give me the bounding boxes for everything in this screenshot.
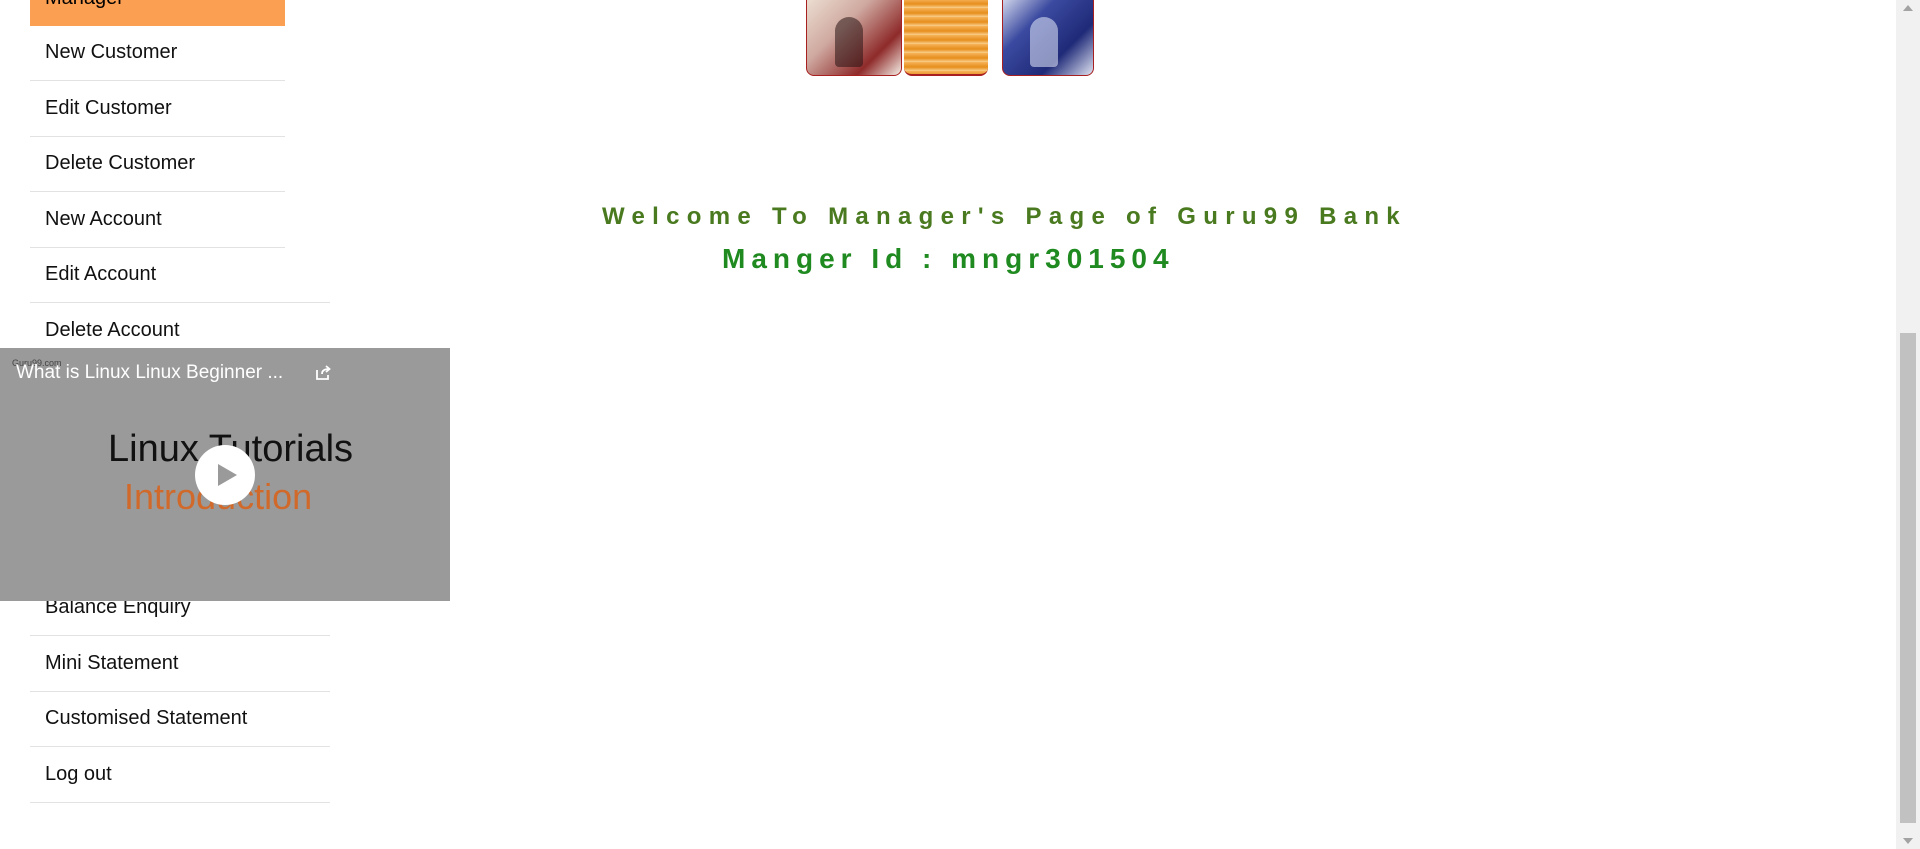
- banner-image-person: [806, 0, 902, 76]
- welcome-heading: Welcome To Manager's Page of Guru99 Bank: [602, 203, 1407, 230]
- menu-item-new-account[interactable]: New Account: [30, 193, 285, 248]
- menu-item-new-customer[interactable]: New Customer: [30, 26, 285, 81]
- menu-item-edit-account[interactable]: Edit Account: [30, 248, 330, 303]
- person-figure-icon: [1030, 17, 1058, 67]
- menu-item-delete-customer[interactable]: Delete Customer: [30, 137, 285, 192]
- menu-item-mini-statement[interactable]: Mini Statement: [30, 637, 330, 692]
- vertical-scrollbar[interactable]: [1896, 0, 1920, 849]
- video-player[interactable]: Guru99.com What is Linux Linux Beginner …: [0, 348, 450, 601]
- person-figure-icon: [835, 17, 864, 67]
- video-title[interactable]: What is Linux Linux Beginner ...: [16, 362, 283, 384]
- page: Manager New Customer Edit Customer Delet…: [0, 0, 1920, 849]
- scroll-up-icon[interactable]: [1903, 5, 1913, 11]
- banner-image-coins: [904, 0, 988, 76]
- menu-item-manager[interactable]: Manager: [30, 0, 285, 26]
- play-icon: [218, 464, 237, 486]
- menu-item-edit-customer[interactable]: Edit Customer: [30, 82, 285, 137]
- menu-item-customised-statement[interactable]: Customised Statement: [30, 692, 330, 747]
- share-icon[interactable]: [314, 364, 332, 382]
- manager-id-text: Manger Id : mngr301504: [722, 243, 1175, 274]
- play-button[interactable]: [195, 445, 255, 505]
- menu-item-log-out[interactable]: Log out: [30, 748, 330, 803]
- menu-header-label: Manager: [45, 0, 124, 9]
- scroll-down-icon[interactable]: [1903, 838, 1913, 844]
- scrollbar-thumb[interactable]: [1900, 333, 1916, 823]
- banner-image-woman: [1002, 0, 1094, 76]
- header-banner: [806, 0, 1094, 76]
